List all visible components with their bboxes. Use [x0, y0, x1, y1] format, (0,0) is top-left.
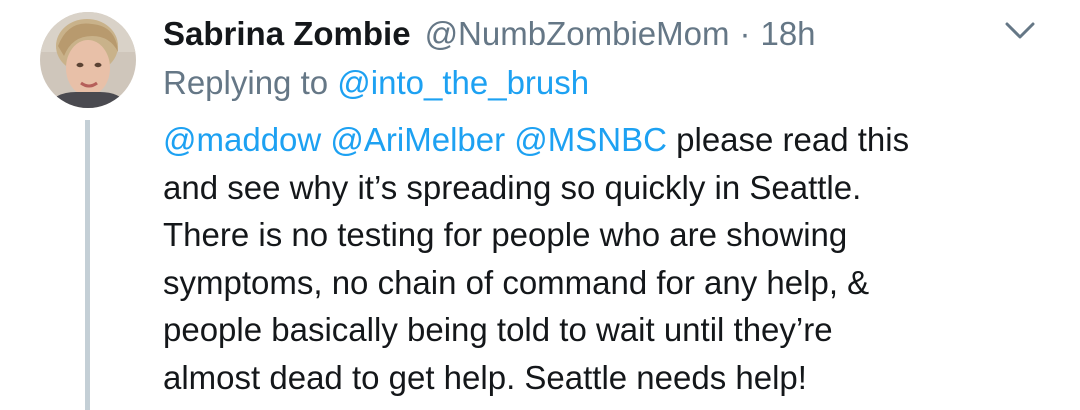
replying-to-mention[interactable]: @into_the_brush [337, 64, 589, 101]
user-handle[interactable]: @NumbZombieMom [425, 15, 730, 53]
timestamp[interactable]: 18h [760, 15, 815, 53]
avatar[interactable] [40, 12, 136, 108]
tweet-header: Sabrina Zombie @NumbZombieMom · 18h [163, 12, 816, 56]
tweet-text-segment: please read this [666, 121, 910, 158]
tweet: Sabrina Zombie @NumbZombieMom · 18h Repl… [0, 0, 1080, 410]
tweet-line-3: There is no testing for people who are s… [163, 216, 848, 253]
thread-line [85, 120, 90, 410]
replying-to: Replying to @into_the_brush [163, 64, 589, 102]
chevron-down-icon[interactable] [1002, 18, 1038, 44]
display-name[interactable]: Sabrina Zombie [163, 15, 411, 53]
avatar-photo [40, 12, 136, 108]
tweet-line-5: people basically being told to wait unti… [163, 311, 833, 348]
tweet-line-1: @maddow @AriMelber @MSNBC please read th… [163, 116, 1053, 164]
mention-arimelber[interactable]: @AriMelber [330, 121, 505, 158]
tweet-line-6: almost dead to get help. Seattle needs h… [163, 358, 807, 396]
tweet-line-4: symptoms, no chain of command for any he… [163, 263, 870, 301]
separator-dot: · [739, 15, 751, 52]
tweet-line-2: and see why it’s spreading so quickly in… [163, 168, 862, 206]
mention-maddow[interactable]: @maddow [163, 121, 321, 158]
mention-msnbc[interactable]: @MSNBC [514, 121, 667, 158]
tweet-text: @maddow @AriMelber @MSNBC please read th… [163, 116, 1053, 401]
replying-to-label: Replying to [163, 64, 329, 101]
